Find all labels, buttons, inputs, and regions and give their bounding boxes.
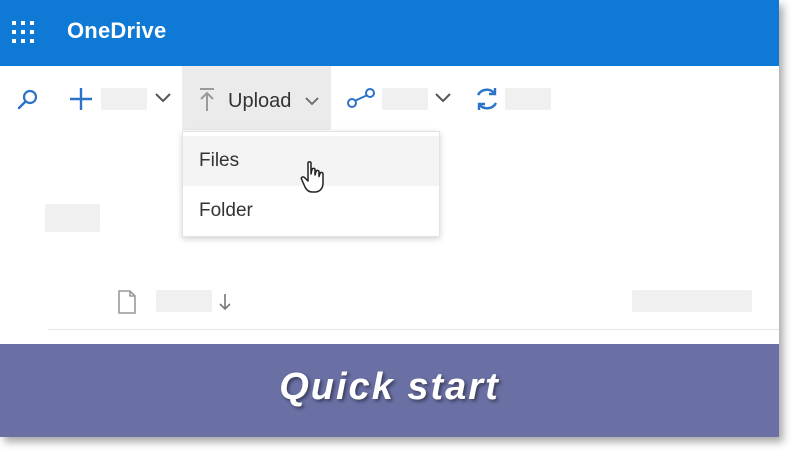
app-title[interactable]: OneDrive <box>67 18 166 44</box>
upload-button[interactable]: Upload <box>182 66 331 130</box>
upload-folder-label: Folder <box>199 200 253 221</box>
modified-column-header-placeholder[interactable] <box>632 290 752 312</box>
sync-icon[interactable] <box>473 85 501 113</box>
upload-button-label: Upload <box>228 90 292 112</box>
sort-arrow-icon[interactable] <box>218 292 232 312</box>
upload-files-label: Files <box>199 150 240 171</box>
quick-start-banner: Quick start <box>0 344 779 437</box>
plus-icon[interactable] <box>68 86 94 112</box>
upload-arrow-icon <box>200 88 214 111</box>
onedrive-window: OneDrive Upload Files Folder Quick start <box>0 0 779 437</box>
chevron-down-icon[interactable] <box>434 92 452 104</box>
share-button-label-placeholder <box>382 88 428 110</box>
file-icon <box>118 290 136 314</box>
banner-title: Quick start <box>279 366 500 408</box>
header-divider <box>48 329 779 330</box>
section-title-placeholder <box>45 204 100 232</box>
chevron-down-icon <box>305 97 319 106</box>
search-icon[interactable] <box>16 88 40 112</box>
name-column-header-placeholder[interactable] <box>156 290 212 312</box>
share-icon[interactable] <box>346 88 376 108</box>
suite-header: OneDrive <box>0 0 779 66</box>
sync-button-label-placeholder <box>505 88 551 110</box>
hand-cursor-icon <box>300 161 324 193</box>
waffle-icon[interactable] <box>12 21 34 43</box>
chevron-down-icon[interactable] <box>154 92 172 104</box>
new-button-label-placeholder <box>101 88 147 110</box>
command-bar: Upload <box>0 66 779 130</box>
